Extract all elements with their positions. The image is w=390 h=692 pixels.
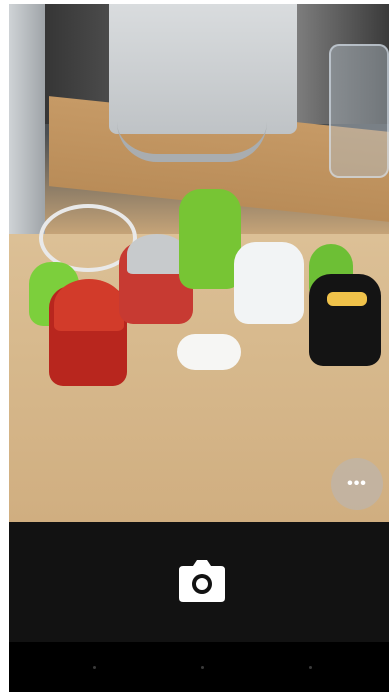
nav-back-button[interactable] (93, 666, 96, 669)
nav-recents-button[interactable] (309, 666, 312, 669)
more-options-button[interactable]: ••• (331, 458, 383, 510)
app-frame: ••• (9, 4, 389, 692)
ninja-android-figure (309, 274, 381, 366)
system-nav-bar (9, 642, 389, 692)
shutter-bar (9, 522, 389, 642)
more-icon: ••• (347, 475, 367, 492)
tall-green-android-figure (179, 189, 241, 289)
shutter-button[interactable] (179, 560, 225, 602)
polar-bear-figure (177, 334, 241, 370)
camera-viewfinder[interactable]: ••• (9, 4, 389, 522)
nav-home-button[interactable] (201, 666, 204, 669)
yeti-android-figure (234, 242, 304, 324)
camera-icon (179, 560, 225, 602)
